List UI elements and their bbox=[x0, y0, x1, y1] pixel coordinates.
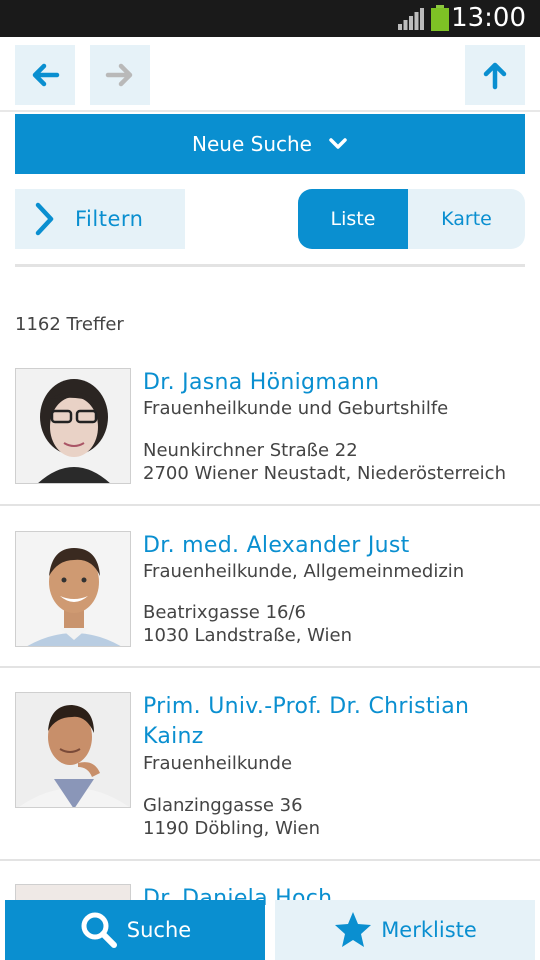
filter-button[interactable]: Filtern bbox=[15, 189, 185, 249]
doctor-city: 1190 Döbling, Wien bbox=[143, 818, 320, 839]
avatar bbox=[15, 531, 131, 647]
doctor-street: Beatrixgasse 16/6 bbox=[143, 602, 306, 623]
forward-button[interactable] bbox=[90, 45, 150, 105]
new-search-label: Neue Suche bbox=[192, 132, 312, 156]
scroll-top-button[interactable] bbox=[465, 45, 525, 105]
status-bar: 13:00 bbox=[0, 0, 540, 37]
battery-icon bbox=[431, 5, 449, 31]
doctor-city: 1030 Landstraße, Wien bbox=[143, 625, 353, 646]
doctor-name[interactable]: Prim. Univ.-Prof. Dr. Christian Kainz bbox=[143, 692, 533, 752]
row-divider bbox=[0, 666, 540, 668]
new-search-button[interactable]: Neue Suche bbox=[15, 114, 525, 174]
doctor-name[interactable]: Dr. med. Alexander Just bbox=[143, 531, 533, 561]
arrow-up-icon bbox=[483, 62, 507, 90]
doctor-specialty: Frauenheilkunde bbox=[143, 753, 293, 774]
arrow-right-icon bbox=[105, 63, 133, 87]
doctor-city: 2700 Wiener Neustadt, Niederösterreich bbox=[143, 463, 506, 484]
tab-search-label: Suche bbox=[126, 918, 192, 942]
doctor-specialty: Frauenheilkunde, Allgemeinmedizin bbox=[143, 561, 465, 582]
tab-map[interactable]: Karte bbox=[408, 189, 525, 249]
chevron-right-icon bbox=[35, 202, 54, 236]
doctor-name[interactable]: Dr. Jasna Hönigmann bbox=[143, 368, 533, 398]
back-button[interactable] bbox=[15, 45, 75, 105]
nav-divider bbox=[0, 110, 540, 112]
avatar bbox=[15, 692, 131, 808]
chevron-down-icon bbox=[329, 138, 347, 149]
view-toggle: Liste Karte bbox=[298, 189, 525, 249]
row-divider bbox=[0, 859, 540, 861]
arrow-left-icon bbox=[32, 63, 60, 87]
doctor-street: Neunkirchner Straße 22 bbox=[143, 440, 358, 461]
tab-favorites[interactable]: Merkliste bbox=[275, 900, 535, 960]
search-icon bbox=[81, 912, 117, 948]
doctor-specialty: Frauenheilkunde und Geburtshilfe bbox=[143, 398, 449, 419]
section-divider bbox=[15, 264, 525, 267]
result-count: 1162 Treffer bbox=[15, 314, 124, 335]
filter-label: Filtern bbox=[75, 207, 144, 231]
star-icon bbox=[335, 912, 372, 947]
tab-favorites-label: Merkliste bbox=[381, 918, 477, 942]
status-time: 13:00 bbox=[451, 3, 526, 33]
tab-search[interactable]: Suche bbox=[5, 900, 265, 960]
row-divider bbox=[0, 504, 540, 506]
signal-icon bbox=[398, 8, 424, 30]
tab-list[interactable]: Liste bbox=[298, 189, 408, 249]
avatar bbox=[15, 368, 131, 484]
doctor-street: Glanzinggasse 36 bbox=[143, 795, 303, 816]
